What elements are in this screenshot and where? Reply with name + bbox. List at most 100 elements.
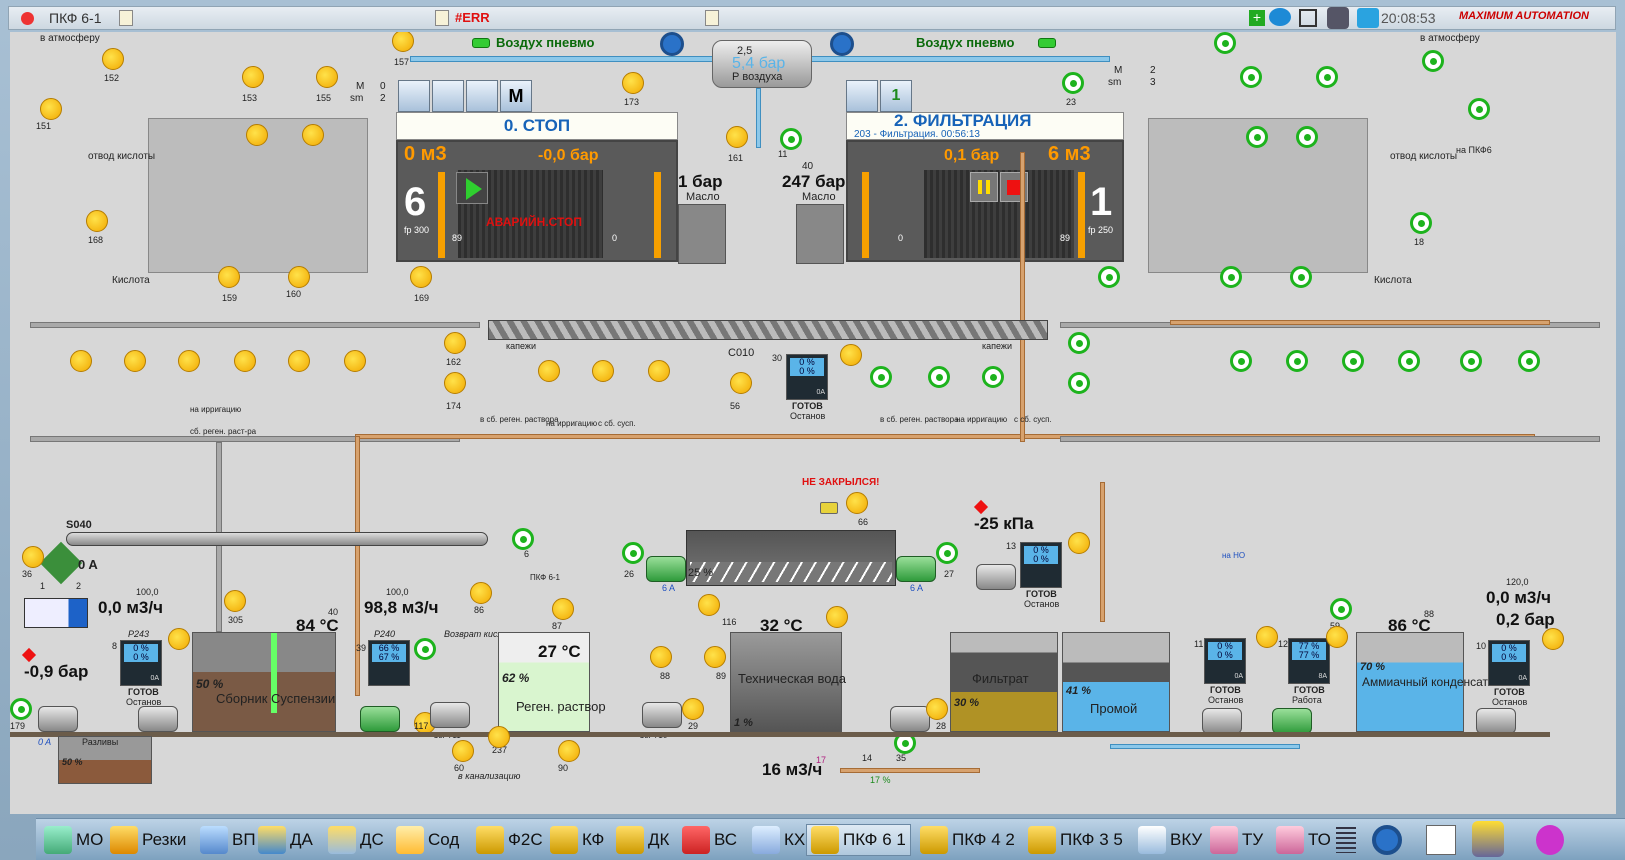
pump12-drive[interactable]: 77 % 77 % 8A — [1288, 638, 1330, 684]
chat-icon[interactable] — [1269, 8, 1291, 26]
auto-mode-icon[interactable] — [1286, 350, 1308, 372]
hand-icon[interactable] — [452, 740, 474, 762]
close-dot-icon[interactable] — [21, 12, 34, 25]
hand-icon[interactable] — [704, 646, 726, 668]
gear-icon[interactable] — [398, 80, 430, 112]
auto-mode-icon[interactable] — [1068, 372, 1090, 394]
p243-drive[interactable]: 0 % 0 % 0A — [120, 640, 162, 686]
auto-mode-icon[interactable] — [1398, 350, 1420, 372]
hand-icon[interactable] — [40, 98, 62, 120]
hand-icon[interactable] — [1068, 532, 1090, 554]
pump-11[interactable] — [1202, 708, 1242, 734]
hand-icon[interactable] — [926, 698, 948, 720]
auto-mode-icon[interactable] — [1098, 266, 1120, 288]
hand-icon[interactable] — [826, 606, 848, 628]
hand-icon[interactable] — [1256, 626, 1278, 648]
taskbar-item-ds[interactable]: ДС — [324, 824, 388, 856]
pump-28[interactable] — [890, 706, 930, 732]
hand-icon[interactable] — [124, 350, 146, 372]
auto-mode-icon[interactable] — [622, 542, 644, 564]
auto-mode-icon[interactable] — [928, 366, 950, 388]
hand-icon[interactable] — [316, 66, 338, 88]
c010-drive[interactable]: 0 % 0 % 0A — [786, 354, 828, 400]
pump-8[interactable] — [138, 706, 178, 732]
hand-icon[interactable] — [344, 350, 366, 372]
hand-icon[interactable] — [410, 266, 432, 288]
hand-icon[interactable] — [488, 726, 510, 748]
butterfly-icon[interactable] — [1536, 825, 1564, 855]
hand-icon[interactable] — [650, 646, 672, 668]
auto-mode-icon[interactable] — [1290, 266, 1312, 288]
hand-icon[interactable] — [840, 344, 862, 366]
p240-drive[interactable]: 66 % 67 % — [368, 640, 410, 686]
taskbar-item-pkf35[interactable]: ПКФ 3 5 — [1024, 824, 1127, 856]
auto-mode-icon[interactable] — [1330, 598, 1352, 620]
auto-mode-icon[interactable] — [414, 638, 436, 660]
pump-10[interactable] — [1476, 708, 1516, 734]
hand-icon[interactable] — [242, 66, 264, 88]
hand-icon[interactable] — [22, 546, 44, 568]
taskbar-item-vs[interactable]: ВС — [678, 824, 741, 856]
auto-mode-icon[interactable] — [1410, 212, 1432, 234]
screw-motor-right[interactable] — [896, 556, 936, 582]
hand-icon[interactable] — [470, 582, 492, 604]
taskbar-item-sod[interactable]: Сод — [392, 824, 463, 856]
step-indicator[interactable]: 1 — [880, 80, 912, 112]
network-icon[interactable] — [1299, 9, 1317, 27]
hand-icon[interactable] — [246, 124, 268, 146]
pump11-drive[interactable]: 0 % 0 % 0A — [1204, 638, 1246, 684]
taskbar-item-f2s[interactable]: Ф2С — [472, 824, 547, 856]
hand-icon[interactable] — [648, 360, 670, 382]
taskbar-item-da[interactable]: ДА — [254, 824, 317, 856]
trend-chart-icon[interactable] — [1426, 825, 1456, 855]
hand-icon[interactable] — [538, 360, 560, 382]
hand-icon[interactable] — [682, 698, 704, 720]
auto-mode-icon[interactable] — [1468, 98, 1490, 120]
auto-mode-icon[interactable] — [1460, 350, 1482, 372]
hand-icon[interactable] — [234, 350, 256, 372]
doc-icon[interactable] — [119, 10, 133, 26]
taskbar-item-mo[interactable]: МО — [40, 824, 107, 856]
hand-icon[interactable] — [558, 740, 580, 762]
taskbar-item-dk[interactable]: ДК — [612, 824, 673, 856]
hand-icon[interactable] — [288, 350, 310, 372]
pump10-drive[interactable]: 0 % 0 % 0A — [1488, 640, 1530, 686]
auto-mode-icon[interactable] — [1422, 50, 1444, 72]
valve-66[interactable] — [820, 502, 838, 514]
taskbar-item-tu[interactable]: ТУ — [1206, 824, 1267, 856]
auto-mode-icon[interactable] — [1214, 32, 1236, 54]
hand-icon[interactable] — [444, 372, 466, 394]
pump-18p711[interactable] — [430, 702, 470, 728]
auto-mode-icon[interactable] — [1342, 350, 1364, 372]
auto-mode-icon[interactable] — [1240, 66, 1262, 88]
auto-mode-icon[interactable] — [1296, 126, 1318, 148]
auto-mode-icon[interactable] — [982, 366, 1004, 388]
crossed-valve-icon[interactable] — [39, 541, 83, 585]
taskbar-item-vku[interactable]: ВКУ — [1134, 824, 1206, 856]
refresh-icon[interactable] — [432, 80, 464, 112]
auto-mode-icon[interactable] — [780, 128, 802, 150]
hand-icon[interactable] — [178, 350, 200, 372]
gear-icon[interactable] — [830, 32, 854, 56]
auto-mode-icon[interactable] — [1518, 350, 1540, 372]
hand-icon[interactable] — [622, 72, 644, 94]
vacuum-pump[interactable] — [976, 564, 1016, 590]
hand-icon[interactable] — [1542, 628, 1564, 650]
taskbar-item-to[interactable]: ТО — [1272, 824, 1335, 856]
taskbar-item-vp[interactable]: ВП — [196, 824, 260, 856]
doc-icon[interactable] — [705, 10, 719, 26]
auto-mode-icon[interactable] — [1062, 72, 1084, 94]
auto-mode-icon[interactable] — [512, 528, 534, 550]
screw-motor-left[interactable] — [646, 556, 686, 582]
hand-icon[interactable] — [86, 210, 108, 232]
hand-icon[interactable] — [444, 332, 466, 354]
hand-icon[interactable] — [224, 590, 246, 612]
hand-icon[interactable] — [392, 32, 414, 52]
user-icon[interactable] — [1327, 7, 1349, 29]
plus-icon[interactable]: + — [1249, 10, 1265, 26]
hand-icon[interactable] — [592, 360, 614, 382]
vacuum-pump-drive[interactable]: 0 % 0 % — [1020, 542, 1062, 588]
hand-icon[interactable] — [70, 350, 92, 372]
taskbar-item-rezki[interactable]: Резки — [106, 824, 190, 856]
auto-mode-icon[interactable] — [1246, 126, 1268, 148]
